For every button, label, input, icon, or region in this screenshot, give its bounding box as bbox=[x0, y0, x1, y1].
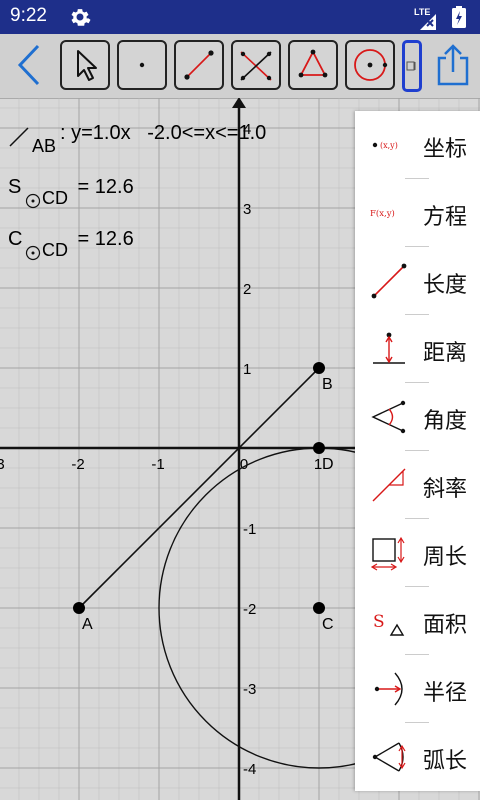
intersect-lines-icon bbox=[240, 51, 272, 81]
point-c[interactable] bbox=[313, 602, 325, 614]
menu-item-slope[interactable]: 斜率 bbox=[355, 451, 480, 519]
line-subscript: AB bbox=[32, 136, 57, 156]
svg-text:F(x,y): F(x,y) bbox=[370, 208, 395, 219]
y-tick-label: 3 bbox=[243, 201, 251, 218]
coordinate-icon: (x,y) bbox=[372, 141, 398, 150]
segment-icon bbox=[184, 50, 214, 80]
y-tick-label: -2 bbox=[243, 601, 256, 618]
x-tick-label: -3 bbox=[0, 456, 5, 473]
y-tick-label: 2 bbox=[243, 281, 251, 298]
svg-text:S: S bbox=[373, 612, 385, 632]
select-pointer-icon bbox=[77, 50, 97, 81]
x-tick-label: -2 bbox=[71, 456, 84, 473]
point-label: D bbox=[322, 456, 334, 473]
point-tool-button[interactable] bbox=[117, 40, 167, 90]
perimeter-symbol: C bbox=[8, 228, 23, 250]
arc-length-icon bbox=[372, 742, 406, 772]
radius-icon bbox=[374, 672, 403, 706]
area-subscript: CD bbox=[42, 188, 68, 208]
menu-item-label: 周长 bbox=[423, 545, 468, 570]
battery-charging-icon bbox=[452, 6, 466, 28]
triangle-tool-button[interactable] bbox=[288, 40, 338, 90]
point-a[interactable] bbox=[73, 602, 85, 614]
y-axis-arrow-icon bbox=[232, 98, 246, 108]
menu-item-distance[interactable]: 距离 bbox=[355, 315, 480, 383]
segment-tool-button[interactable] bbox=[174, 40, 224, 90]
status-bar: 9:22 LTE bbox=[0, 0, 480, 34]
status-time: 9:22 bbox=[10, 5, 47, 26]
back-icon[interactable] bbox=[14, 42, 44, 88]
menu-item-radius[interactable]: 半径 bbox=[355, 655, 480, 723]
area-icon: S bbox=[373, 612, 405, 636]
segment-icon bbox=[9, 127, 29, 147]
point-label: B bbox=[322, 376, 333, 393]
line-equation-text: : y=1.0x -2.0<=x<=1.0 bbox=[60, 122, 267, 144]
area-symbol: S bbox=[8, 176, 22, 198]
intersect-tool-button[interactable] bbox=[231, 40, 281, 90]
menu-item-label: 距离 bbox=[423, 341, 468, 366]
triangle-icon bbox=[298, 49, 328, 78]
area-value: = 12.6 bbox=[72, 176, 134, 198]
svg-text:(x,y): (x,y) bbox=[380, 141, 398, 150]
perimeter-value: = 12.6 bbox=[72, 228, 134, 250]
circle-tool-button[interactable] bbox=[345, 40, 395, 90]
circle-symbol-icon bbox=[25, 245, 41, 261]
menu-item-perimeter[interactable]: 周长 bbox=[355, 519, 480, 587]
signal-icon bbox=[420, 14, 436, 30]
select-tool-button[interactable] bbox=[60, 40, 110, 90]
measure-menu: (x,y) 坐标 F(x,y) 方程 长度 距离 角度 斜率 周长 S 面积 半… bbox=[355, 111, 480, 791]
selected-tool-icon bbox=[406, 61, 416, 71]
y-tick-label: -3 bbox=[243, 681, 256, 698]
menu-item-label: 面积 bbox=[423, 613, 468, 638]
menu-item-label: 方程 bbox=[423, 205, 468, 230]
x-tick-label: 1 bbox=[314, 456, 322, 473]
equation-icon: F(x,y) bbox=[370, 208, 395, 219]
perimeter-subscript: CD bbox=[42, 240, 68, 260]
menu-item-arc-length[interactable]: 弧长 bbox=[355, 723, 480, 791]
point-label: A bbox=[82, 616, 93, 633]
menu-item-coordinate[interactable]: (x,y) 坐标 bbox=[355, 111, 480, 179]
y-tick-label: -4 bbox=[243, 761, 256, 778]
angle-icon bbox=[371, 400, 406, 434]
point-d[interactable] bbox=[313, 442, 325, 454]
point-icon bbox=[139, 62, 145, 68]
menu-item-label: 半径 bbox=[423, 681, 468, 706]
menu-item-angle[interactable]: 角度 bbox=[355, 383, 480, 451]
selected-tool-button[interactable] bbox=[402, 40, 422, 92]
toolbar bbox=[0, 34, 480, 99]
menu-item-label: 坐标 bbox=[423, 137, 468, 162]
point-label: C bbox=[322, 616, 334, 633]
settings-gear-icon bbox=[71, 9, 91, 26]
perimeter-icon bbox=[370, 536, 405, 571]
circle-icon bbox=[354, 49, 388, 81]
menu-item-label: 斜率 bbox=[423, 477, 468, 502]
menu-item-length[interactable]: 长度 bbox=[355, 247, 480, 315]
x-tick-label: -1 bbox=[151, 456, 164, 473]
menu-item-label: 弧长 bbox=[423, 749, 468, 774]
menu-item-equation[interactable]: F(x,y) 方程 bbox=[355, 179, 480, 247]
distance-icon bbox=[373, 332, 405, 364]
y-tick-label: 1 bbox=[243, 361, 251, 378]
point-b[interactable] bbox=[313, 362, 325, 374]
menu-item-label: 角度 bbox=[423, 409, 468, 434]
menu-item-label: 长度 bbox=[423, 273, 468, 298]
circle-symbol-icon bbox=[25, 193, 41, 209]
y-tick-label: -1 bbox=[243, 521, 256, 538]
slope-icon bbox=[372, 468, 406, 502]
length-icon bbox=[371, 263, 407, 299]
share-icon[interactable] bbox=[434, 42, 472, 88]
menu-item-area[interactable]: S 面积 bbox=[355, 587, 480, 655]
